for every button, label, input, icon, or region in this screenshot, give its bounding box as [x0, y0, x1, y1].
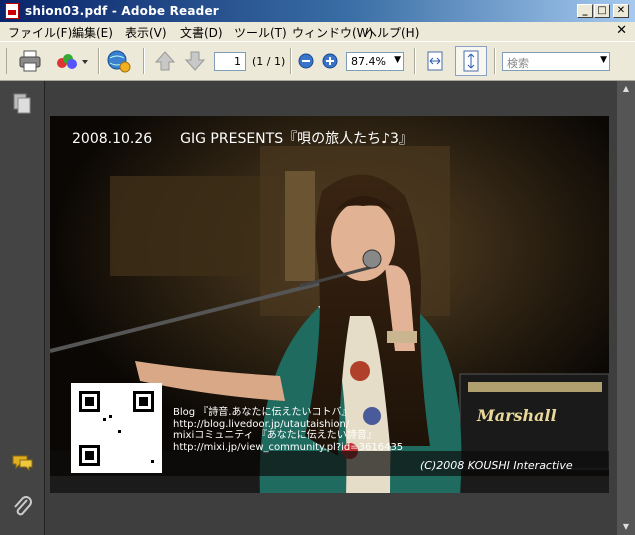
fit-width-icon	[427, 51, 443, 71]
globe-gear-icon	[107, 50, 131, 73]
print-button[interactable]	[16, 48, 44, 74]
toolbar-separator	[98, 48, 100, 74]
toolbar: 1 (1 / 1) 87.4% ▼ 検索 ▼	[0, 41, 635, 81]
toolbar-grip[interactable]	[6, 48, 9, 74]
fit-width-button[interactable]	[422, 48, 448, 74]
vertical-scrollbar[interactable]: ▲ ▼	[617, 81, 635, 535]
fit-page-icon	[463, 50, 479, 72]
menu-file[interactable]: ファイル(F)	[8, 24, 72, 41]
arrow-down-icon	[184, 51, 206, 71]
chevron-down-icon[interactable]: ▼	[394, 55, 401, 65]
menu-edit[interactable]: 編集(E)	[72, 24, 113, 41]
window-title: shion03.pdf - Adobe Reader	[25, 4, 219, 18]
mixi-url-line: http://mixi.jp/view_community.pl?id=3616…	[173, 441, 404, 453]
next-page-button[interactable]	[182, 48, 208, 74]
menu-help[interactable]: ヘルプ(H)	[365, 24, 419, 41]
copyright-text: (C)2008 KOUSHI Interactive	[420, 459, 573, 472]
menu-window[interactable]: ウィンドウ(W)	[292, 24, 373, 41]
close-button[interactable]: ✕	[613, 4, 629, 18]
zoom-in-icon	[322, 53, 338, 69]
page-number-input[interactable]: 1	[214, 52, 246, 71]
amp-brand-text: Marshall	[477, 406, 557, 425]
scroll-down-icon[interactable]: ▼	[618, 519, 634, 535]
menu-document[interactable]: 文書(D)	[180, 24, 223, 41]
document-header: 2008.10.26 GIG PRESENTS『唄の旅人たち♪3』	[72, 131, 413, 147]
menu-bar: ファイル(F) 編集(E) 表示(V) 文書(D) ツール(T) ウィンドウ(W…	[0, 22, 635, 41]
adobe-reader-icon	[5, 3, 19, 19]
search-input[interactable]: 検索 ▼	[502, 52, 610, 71]
document-close-icon[interactable]: ✕	[616, 23, 627, 38]
comments-icon[interactable]	[11, 453, 35, 473]
workspace: 2008.10.26 GIG PRESENTS『唄の旅人たち♪3』 Marsha…	[0, 81, 635, 535]
zoom-out-button[interactable]	[296, 48, 316, 74]
title-bar: shion03.pdf - Adobe Reader _ □ ✕	[0, 0, 635, 22]
minimize-button[interactable]: _	[577, 4, 593, 18]
blog-url-line: http://blog.livedoor.jp/utautaishion/	[173, 418, 350, 430]
scroll-up-icon[interactable]: ▲	[618, 81, 634, 97]
fit-page-button[interactable]	[455, 46, 487, 76]
attachment-icon[interactable]	[11, 495, 35, 519]
toolbar-separator	[414, 48, 416, 74]
toolbar-separator	[290, 48, 292, 74]
document-view[interactable]: 2008.10.26 GIG PRESENTS『唄の旅人たち♪3』 Marsha…	[45, 81, 617, 535]
organizer-icon	[57, 54, 88, 69]
document-links: Blog 『詩音.あなたに伝えたいコトバ』 http://blog.livedo…	[173, 407, 403, 453]
services-button[interactable]	[104, 48, 136, 74]
page-count-label: (1 / 1)	[252, 55, 286, 68]
organizer-button[interactable]	[54, 48, 90, 74]
blog-title-line: Blog 『詩音.あなたに伝えたいコトバ』	[173, 407, 352, 418]
zoom-value: 87.4%	[351, 55, 386, 68]
menu-view[interactable]: 表示(V)	[125, 24, 167, 41]
toolbar-separator	[494, 48, 496, 74]
pages-icon[interactable]	[12, 93, 34, 115]
toolbar-separator	[143, 48, 145, 74]
pdf-page: 2008.10.26 GIG PRESENTS『唄の旅人たち♪3』 Marsha…	[50, 116, 609, 493]
zoom-in-button[interactable]	[320, 48, 340, 74]
chevron-down-icon[interactable]: ▼	[600, 55, 607, 65]
maximize-button[interactable]: □	[594, 4, 610, 18]
search-placeholder: 検索	[507, 57, 529, 70]
menu-tools[interactable]: ツール(T)	[234, 24, 287, 41]
zoom-out-icon	[298, 53, 314, 69]
arrow-up-icon	[154, 51, 176, 71]
mixi-title-line: mixiコミュニティ 『あなたに伝えたい詩音』	[173, 430, 377, 441]
previous-page-button[interactable]	[152, 48, 178, 74]
qr-code-image	[71, 383, 162, 473]
zoom-select[interactable]: 87.4% ▼	[346, 52, 404, 71]
navigation-panel	[0, 81, 45, 535]
printer-icon	[19, 50, 41, 72]
